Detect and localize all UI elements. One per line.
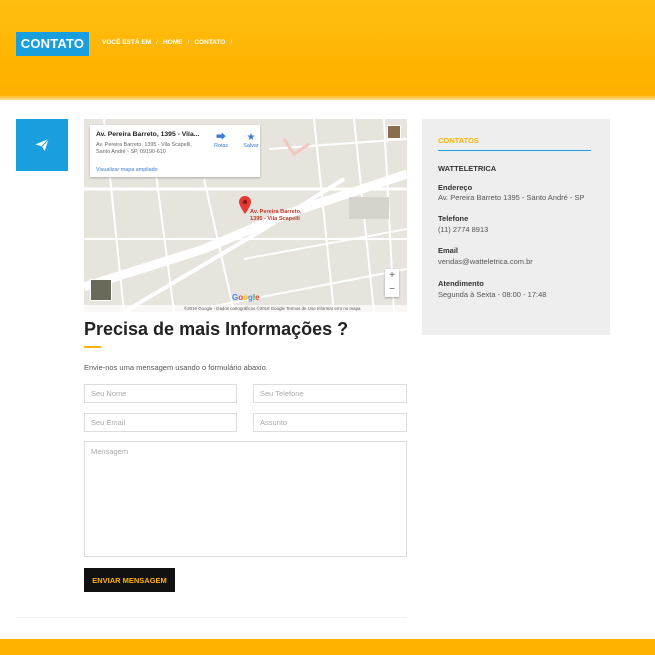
map-attribution[interactable]: ©2016 Google - Dados cartográficos ©2016… — [84, 305, 407, 312]
name-field[interactable] — [84, 384, 237, 403]
view-larger-map-link[interactable]: Visualizar mapa ampliado — [96, 167, 158, 173]
map-zoom-controls: + − — [385, 269, 399, 297]
map-place-address: Av. Pereira Barreto, 1395 - Vila Scapell… — [96, 142, 192, 155]
breadcrumb-separator: / — [187, 39, 190, 46]
phone-label: Telefone — [438, 214, 469, 223]
form-title: Precisa de mais Informações ? — [84, 319, 349, 339]
hours-label: Atendimento — [438, 279, 484, 288]
map-place-card: Av. Pereira Barreto, 1395 - Vila... Av. … — [90, 125, 260, 177]
breadcrumb-current: CONTATO — [194, 39, 226, 46]
map-pin-label: Av. Pereira Barreto, 1395 - Vila Scapell… — [250, 209, 302, 222]
map-satellite-toggle[interactable] — [90, 279, 112, 301]
star-icon: ★ — [246, 132, 256, 143]
location-map[interactable]: Av. Pereira Barreto, 1395 - Vila... Av. … — [84, 119, 407, 312]
map-save-button[interactable]: ★ Salvar — [240, 132, 262, 150]
page-title: CONTATO — [16, 32, 89, 56]
breadcrumb-prefix: VOCÊ ESTÁ EM — [102, 39, 152, 46]
send-icon-box — [16, 119, 68, 171]
page-header: CONTATO VOCÊ ESTÁ EM / HOME / CONTATO / — [0, 0, 655, 100]
form-description: Envie-nos uma mensagem usando o formulár… — [84, 363, 268, 372]
subject-field[interactable] — [253, 413, 407, 432]
title-underline — [84, 346, 101, 348]
map-directions-button[interactable]: ⮕ Rotas — [210, 132, 232, 150]
address-value: Av. Pereira Barreto 1395 - Santo André -… — [438, 193, 585, 202]
map-directions-label: Rotas — [213, 143, 229, 149]
email-field[interactable] — [84, 413, 237, 432]
email-label: Email — [438, 246, 459, 255]
phone-field[interactable] — [253, 384, 407, 403]
map-user-avatar[interactable] — [387, 125, 401, 139]
breadcrumb-separator: / — [156, 39, 158, 46]
contact-info-card: CONTATOS WATTELETRICA Endereço Av. Perei… — [422, 119, 610, 335]
footer-bar — [0, 639, 655, 655]
map-zoom-in-button[interactable]: + — [385, 269, 399, 283]
contact-heading: CONTATOS — [438, 136, 479, 145]
map-zoom-out-button[interactable]: − — [385, 283, 399, 297]
map-pin-label-line1: Av. Pereira Barreto, — [250, 209, 302, 215]
hours-value: Segunda à Sexta - 08:00 - 17:48 — [438, 290, 547, 299]
send-message-button[interactable]: ENVIAR MENSAGEM — [84, 568, 175, 592]
map-place-title: Av. Pereira Barreto, 1395 - Vila... — [96, 131, 200, 138]
phone-value: (11) 2774 8913 — [438, 225, 489, 234]
company-name: WATTELETRICA — [438, 164, 497, 173]
form-divider — [16, 617, 407, 618]
map-save-label: Salvar — [243, 143, 259, 149]
email-value[interactable]: vendas@watteletrica.com.br — [438, 257, 533, 266]
directions-icon: ⮕ — [216, 132, 226, 143]
breadcrumb-home-link[interactable]: HOME — [163, 39, 183, 46]
breadcrumb-separator: / — [230, 39, 233, 46]
map-pin-label-line2: 1395 - Vila Scapelli — [250, 215, 300, 222]
message-field[interactable] — [84, 441, 407, 557]
breadcrumb: VOCÊ ESTÁ EM / HOME / CONTATO / — [102, 39, 232, 46]
paper-plane-icon — [35, 138, 50, 151]
header-fade — [0, 95, 655, 103]
google-logo: Google — [232, 293, 260, 302]
contact-heading-rule — [438, 150, 591, 151]
address-label: Endereço — [438, 183, 473, 192]
